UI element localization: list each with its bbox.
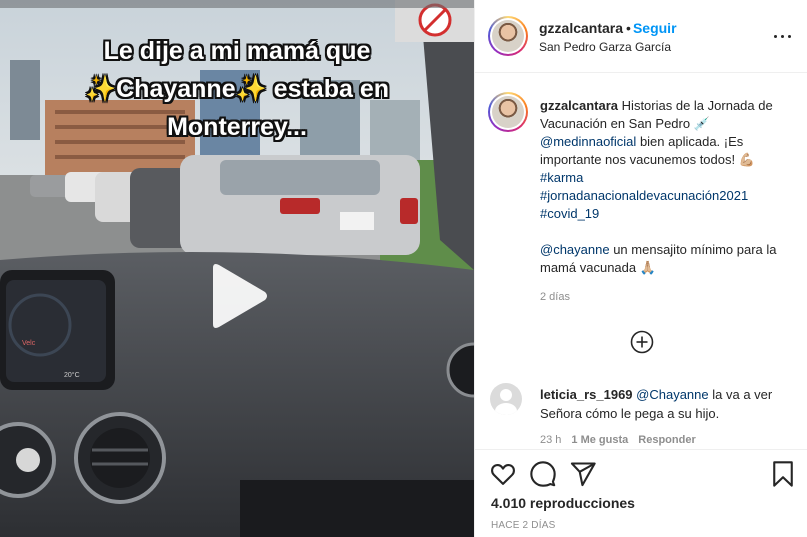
video-caption: Le dije a mi mamá que ✨Chayanne✨ estaba … bbox=[0, 32, 474, 146]
hashtag-link[interactable]: #karma bbox=[540, 170, 583, 185]
comment-username[interactable]: leticia_rs_1969 bbox=[540, 387, 633, 402]
location-link[interactable]: San Pedro Garza García bbox=[539, 40, 671, 54]
heart-icon bbox=[491, 464, 515, 485]
avatar[interactable] bbox=[488, 92, 528, 132]
reply-button[interactable]: Responder bbox=[638, 434, 695, 446]
dashboard-temp: 20°C bbox=[64, 372, 80, 379]
post-caption: gzzalcantara Historias de la Jornada de … bbox=[540, 97, 798, 277]
caption-line: Monterrey... bbox=[167, 113, 307, 141]
post-panel: gzzalcantara • Seguir San Pedro Garza Garc… bbox=[474, 0, 807, 537]
caption-age[interactable]: 2 días bbox=[540, 291, 570, 303]
comment-likes[interactable]: 1 Me gusta bbox=[571, 434, 628, 446]
username-link[interactable]: gzzalcantara bbox=[539, 20, 623, 36]
plus-circle-icon bbox=[630, 330, 654, 354]
bookmark-icon bbox=[773, 461, 793, 487]
comment-button[interactable] bbox=[529, 460, 557, 488]
more-options-icon[interactable] bbox=[772, 28, 794, 44]
view-count[interactable]: 4.010 reproducciones bbox=[491, 495, 635, 511]
dashboard-label: Velc bbox=[22, 340, 36, 347]
share-button[interactable] bbox=[569, 460, 597, 488]
video-player[interactable]: Velc 20°C Le dije a mi mamá que ✨Chayann… bbox=[0, 0, 474, 537]
comment-meta: 23 h 1 Me gusta Responder bbox=[540, 434, 696, 446]
like-button[interactable] bbox=[489, 460, 517, 488]
mention-link[interactable]: @chayanne bbox=[540, 242, 610, 257]
load-more-comments-button[interactable] bbox=[630, 330, 654, 354]
mention-link[interactable]: @Chayanne bbox=[636, 387, 708, 402]
play-button[interactable] bbox=[205, 262, 269, 330]
separator: • bbox=[626, 20, 631, 36]
comment-text: leticia_rs_1969 @Chayanne la va a ver Se… bbox=[540, 385, 795, 423]
hashtag-link[interactable]: #jornadanacionaldevacunación2021 bbox=[540, 188, 748, 203]
caption-line: Le dije a mi mamá que bbox=[103, 37, 371, 65]
caption-username[interactable]: gzzalcantara bbox=[540, 98, 618, 113]
caption-line: ✨Chayanne✨ estaba en bbox=[84, 75, 390, 103]
header-user-row: gzzalcantara • Seguir bbox=[539, 20, 677, 38]
paper-plane-icon bbox=[570, 462, 596, 487]
action-bar: 4.010 reproducciones HACE 2 DÍAS bbox=[475, 449, 807, 537]
comment-age[interactable]: 23 h bbox=[540, 434, 561, 446]
play-icon bbox=[213, 264, 267, 328]
avatar[interactable] bbox=[490, 383, 522, 415]
hashtag-link[interactable]: #covid_19 bbox=[540, 206, 599, 221]
follow-button[interactable]: Seguir bbox=[633, 20, 677, 36]
comment-bubble-icon bbox=[530, 461, 556, 487]
mention-link[interactable]: @medinnaoficial bbox=[540, 134, 636, 149]
comments-area[interactable]: gzzalcantara Historias de la Jornada de … bbox=[475, 74, 807, 449]
save-button[interactable] bbox=[769, 460, 797, 488]
avatar[interactable] bbox=[488, 16, 528, 56]
post-timestamp[interactable]: HACE 2 DÍAS bbox=[491, 520, 555, 531]
post-header: gzzalcantara • Seguir San Pedro Garza Garc… bbox=[475, 0, 807, 73]
